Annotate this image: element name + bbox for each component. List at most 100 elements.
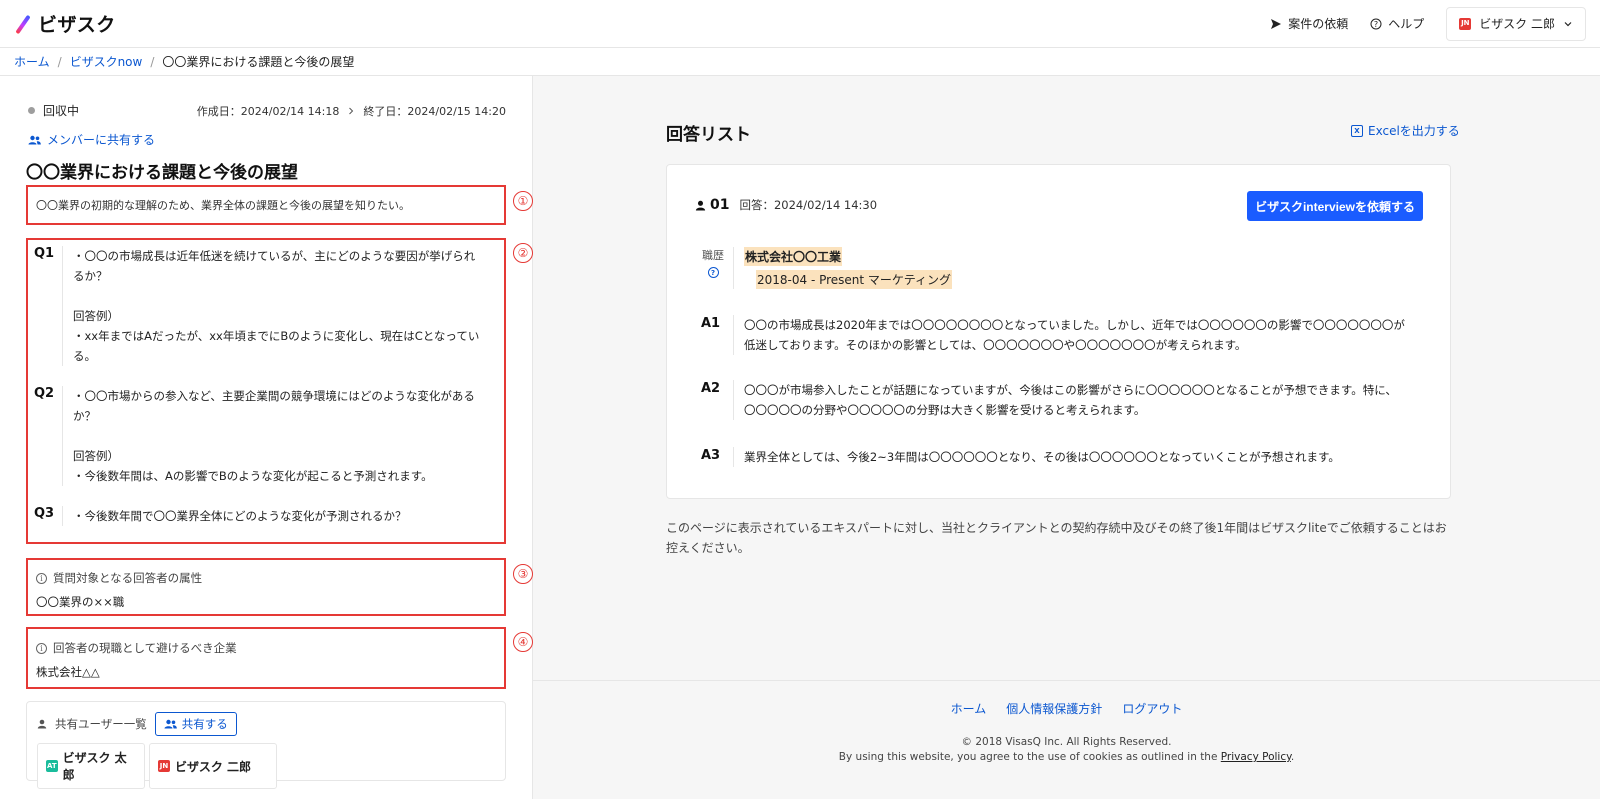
shared-users-label: 共有ユーザー一覧 — [55, 717, 147, 731]
answer-line: 低迷しております。そのほかの影響としては、〇〇〇〇〇〇〇や〇〇〇〇〇〇〇が考えら… — [744, 338, 1247, 352]
logo-text: ビザスク — [38, 14, 116, 36]
footer-logout-link[interactable]: ログアウト — [1122, 700, 1182, 717]
companies-to-avoid-label: 回答者の現職として避けるべき企業 — [53, 641, 237, 655]
question-line: 回答例） — [73, 449, 119, 463]
answer-list-title: 回答リスト — [666, 125, 751, 145]
career-company: 株式会社〇〇工業 — [744, 247, 843, 266]
user-name: ビザスク 二郎 — [1479, 17, 1555, 31]
answer-item: A2 〇〇〇が市場参入したことが話題になっていますが、今後はこの影響がさらに〇〇… — [695, 380, 1425, 420]
annotation-number-3: ③ — [513, 564, 533, 584]
career-label: 職歴 — [702, 249, 724, 262]
answer-line: 〇〇の市場成長は2020年までは〇〇〇〇〇〇〇〇となっていました。しかし、近年で… — [744, 318, 1405, 332]
cookie-notice: By using this website, you agree to the … — [533, 751, 1600, 763]
question-label: Q1 — [34, 246, 55, 261]
annotation-number-1: ① — [513, 191, 533, 211]
question-item: Q2 ・〇〇市場からの参入など、主要企業間の競争環境にはどのような変化がある か… — [26, 386, 506, 486]
question-line: 回答例） — [73, 309, 119, 323]
copyright: © 2018 VisasQ Inc. All Rights Reserved. — [961, 736, 1172, 748]
footer-privacy-policy-link[interactable]: 個人情報保護方針 — [1006, 700, 1102, 717]
career-section: 職歴 ? 株式会社〇〇工業 2018-04 - Present マーケティング — [695, 247, 952, 289]
help-circle-icon: ? — [1370, 18, 1382, 29]
send-icon — [1271, 18, 1282, 29]
page-title: 〇〇業界における課題と今後の展望 — [26, 163, 298, 183]
project-purpose: 〇〇業界の初期的な理解のため、業界全体の課題と今後の展望を知りたい。 — [36, 199, 410, 212]
target-attributes-value: 〇〇業界の××職 — [36, 595, 125, 609]
question-text: ・〇〇の市場成長は近年低迷を続けているが、主にどのような要因が挙げられ るか？ … — [62, 246, 492, 366]
question-line: ・xx年まではAだったが、xx年頃までにBのように変化し、現在はCとなってい — [73, 329, 480, 343]
question-line: か？ — [73, 409, 96, 423]
request-project-label: 案件の依頼 — [1288, 17, 1349, 31]
shared-user-name: ビザスク 太郎 — [62, 751, 127, 782]
export-excel-link[interactable]: X Excelを出力する — [1351, 122, 1460, 139]
project-detail-panel: 回収中 作成日：2024/02/14 14:18 終了日：2024/02/15 … — [0, 76, 533, 799]
question-list: Q1 ・〇〇の市場成長は近年低迷を続けているが、主にどのような要因が挙げられ る… — [26, 238, 506, 544]
logo-mark-icon — [14, 14, 32, 34]
shared-user-name: ビザスク 二郎 — [175, 759, 252, 774]
person-icon — [695, 200, 706, 210]
users-icon — [28, 135, 41, 144]
chevron-right-icon — [349, 107, 354, 114]
question-line: るか？ — [73, 269, 108, 283]
cookie-end: . — [1290, 751, 1295, 763]
avatar: AT — [46, 760, 58, 772]
breadcrumb-current: 〇〇業界における課題と今後の展望 — [162, 55, 355, 69]
request-project-link[interactable]: 案件の依頼 — [1270, 15, 1348, 32]
share-with-members-link[interactable]: メンバーに共有する — [28, 131, 155, 148]
question-line: ・〇〇の市場成長は近年低迷を続けているが、主にどのような要因が挙げられ — [73, 249, 476, 263]
share-with-members-label: メンバーに共有する — [47, 133, 156, 147]
cookie-text: By using this website, you agree to the … — [838, 751, 1218, 763]
users-icon — [164, 719, 177, 729]
question-line: ・今後数年間で〇〇業界全体にどのような変化が予測されるか？ — [73, 509, 407, 523]
question-line — [73, 426, 492, 446]
user-menu[interactable]: JN ビザスク 二郎 — [1446, 6, 1586, 41]
request-interview-button[interactable]: ビザスクinterviewを依頼する — [1247, 191, 1423, 221]
share-button[interactable]: 共有する — [154, 712, 237, 736]
answer-text: 〇〇〇が市場参入したことが話題になっていますが、今後はこの影響がさらに〇〇〇〇〇… — [733, 380, 1423, 420]
top-right-nav: 案件の依頼 ? ヘルプ JN ビザスク 二郎 — [1270, 6, 1586, 41]
status-row: 回収中 作成日：2024/02/14 14:18 終了日：2024/02/15 … — [28, 102, 506, 119]
avatar: JN — [158, 760, 170, 772]
footer-links: ホーム 個人情報保護方針 ログアウト — [533, 700, 1600, 717]
answer-item: A3 業界全体としては、今後2~3年間は〇〇〇〇〇〇となり、その後は〇〇〇〇〇〇… — [695, 447, 1425, 467]
shared-user-chip[interactable]: AT ビザスク 太郎 — [37, 743, 145, 789]
footer-home-link[interactable]: ホーム — [951, 700, 987, 717]
target-attributes-label: 質問対象となる回答者の属性 — [53, 571, 203, 585]
answer-date: 回答：2024/02/14 14:30 — [739, 198, 878, 212]
question-label: Q3 — [34, 506, 55, 521]
question-line — [73, 286, 492, 306]
answer-header: 01 回答：2024/02/14 14:30 — [695, 197, 877, 213]
career-position: 2018-04 - Present マーケティング — [756, 270, 952, 289]
excel-icon: X — [1351, 124, 1363, 137]
shared-users-panel: 共有ユーザー一覧 共有する AT ビザスク 太郎 JN ビザスク 二郎 — [26, 701, 506, 789]
question-text: ・今後数年間で〇〇業界全体にどのような変化が予測されるか？ — [62, 506, 492, 526]
created-date: 作成日：2024/02/14 14:18 — [196, 104, 340, 118]
shared-user-chip[interactable]: JN ビザスク 二郎 — [149, 743, 277, 789]
status-dot-icon — [28, 107, 35, 114]
answer-label: A3 — [701, 448, 721, 463]
share-button-label: 共有する — [181, 719, 228, 731]
answer-label: A2 — [701, 381, 721, 396]
privacy-policy-link[interactable]: Privacy Policy — [1221, 751, 1291, 763]
answer-text: 業界全体としては、今後2~3年間は〇〇〇〇〇〇となり、その後は〇〇〇〇〇〇となっ… — [733, 447, 1423, 467]
logo[interactable]: ビザスク — [14, 10, 116, 37]
footer: ホーム 個人情報保護方針 ログアウト © 2018 VisasQ Inc. Al… — [533, 680, 1600, 799]
breadcrumb-separator: / — [57, 54, 62, 69]
companies-to-avoid-value: 株式会社△△ — [36, 665, 100, 679]
target-attributes: i 質問対象となる回答者の属性 〇〇業界の××職 — [26, 560, 506, 620]
top-bar: ビザスク 案件の依頼 ? ヘルプ JN ビザスク 二郎 — [0, 0, 1600, 48]
help-link[interactable]: ? ヘルプ — [1370, 15, 1424, 32]
question-label: Q2 — [34, 386, 55, 401]
annotation-number-2: ② — [513, 243, 533, 263]
user-icon — [37, 719, 47, 729]
breadcrumb: ホーム / ビザスクnow / 〇〇業界における課題と今後の展望 — [0, 48, 1600, 76]
breadcrumb-home[interactable]: ホーム — [14, 53, 50, 70]
answer-number: 01 — [710, 197, 730, 213]
annotation-number-4: ④ — [513, 632, 533, 652]
export-excel-label: Excelを出力する — [1368, 124, 1460, 138]
help-icon[interactable]: ? — [707, 267, 719, 278]
info-icon: i — [36, 572, 47, 584]
breadcrumb-visasq-now[interactable]: ビザスクnow — [70, 53, 143, 70]
question-line: る。 — [73, 349, 96, 363]
status-badge: 回収中 — [43, 104, 80, 118]
end-date: 終了日：2024/02/15 14:20 — [363, 104, 506, 118]
